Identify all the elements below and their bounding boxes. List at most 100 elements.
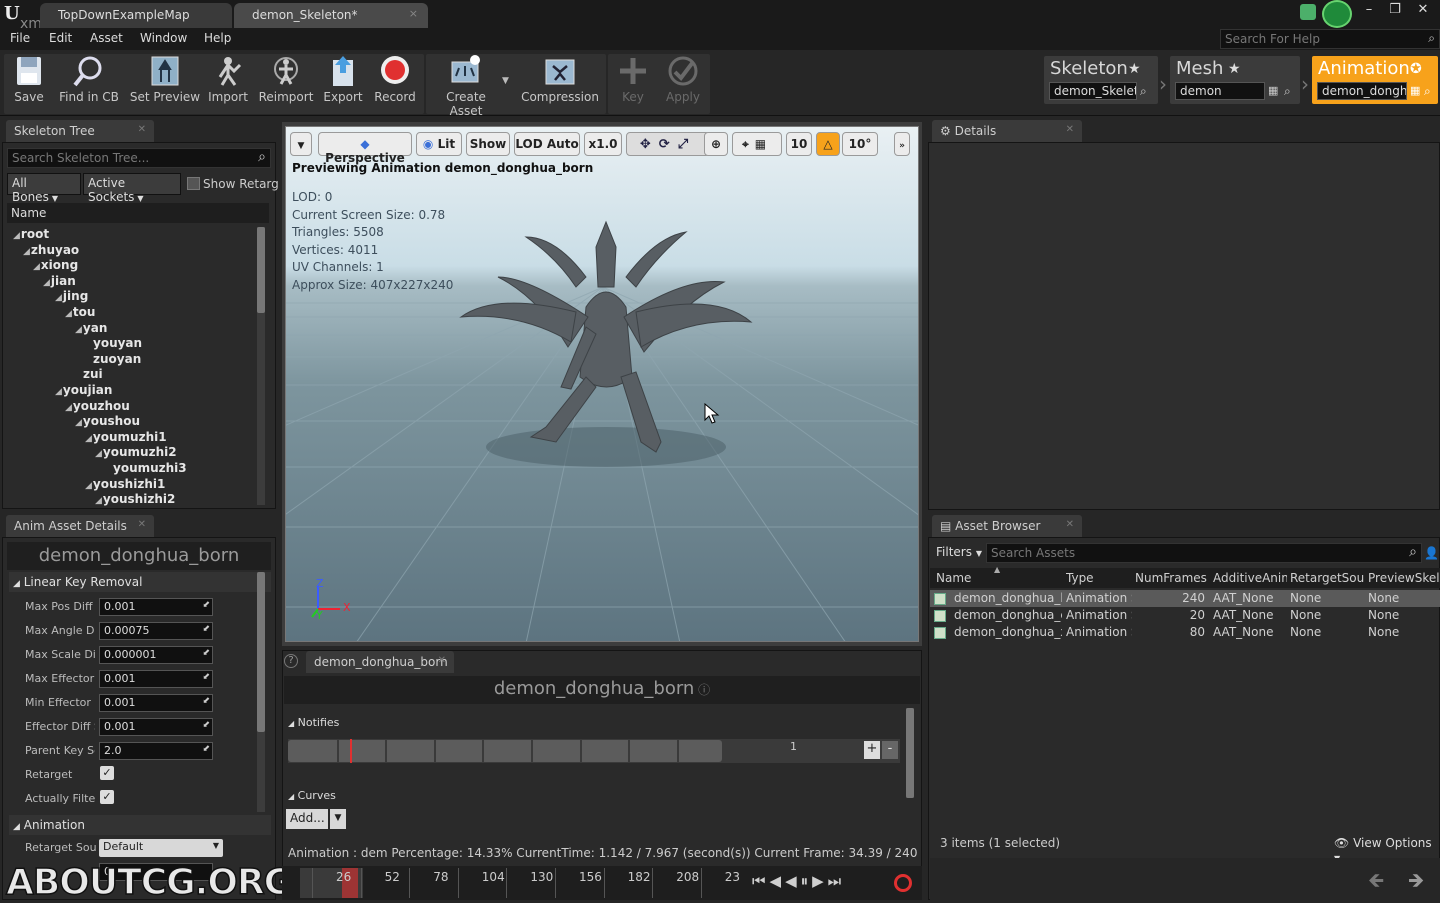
tree-item-bone[interactable]: youyan [93, 336, 142, 350]
source-control-icon[interactable] [1322, 0, 1352, 28]
viewport-more-button[interactable]: » [894, 132, 910, 156]
property-value-field[interactable]: 0.000001 ⬋ [99, 646, 213, 664]
asset-column-header[interactable]: RetargetSour [1290, 571, 1364, 585]
apply-button[interactable]: Apply [660, 54, 706, 112]
grid-icon[interactable]: ▦ [1410, 84, 1420, 97]
spin-arrows-icon[interactable]: ⬋ [202, 744, 210, 754]
asset-column-header[interactable]: NumFrames [1135, 571, 1211, 585]
expand-arrow-icon[interactable]: ◢ [55, 293, 62, 303]
skeleton-asset-field[interactable]: demon_Skeleto [1049, 82, 1137, 100]
asset-column-header[interactable]: PreviewSkele [1368, 571, 1440, 585]
anim-editor-scrollbar[interactable] [906, 708, 914, 798]
expand-arrow-icon[interactable]: ◢ [85, 434, 92, 444]
world-local-button[interactable]: ⊕ [704, 132, 728, 156]
tree-item-bone[interactable]: youmuzhi3 [113, 461, 187, 475]
tab-skeleton-tree[interactable]: Skeleton Tree ✕ [6, 120, 154, 142]
skip-end-icon[interactable]: ⏭ [828, 872, 846, 890]
chevron-down-icon[interactable]: ▼ [330, 809, 346, 829]
asset-column-header[interactable]: AdditiveAnim [1213, 571, 1287, 585]
expand-arrow-icon[interactable]: ◢ [95, 496, 102, 506]
menu-help[interactable]: Help [204, 31, 231, 45]
remove-notify-button[interactable]: - [882, 741, 898, 759]
key-button[interactable]: Key [612, 54, 654, 112]
notification-icon[interactable] [1300, 4, 1316, 20]
scrollbar-thumb[interactable] [257, 572, 265, 732]
tab-anim-editor[interactable]: demon_donghua_born ✕ [306, 651, 454, 673]
search-icon[interactable]: ⌕ [1424, 84, 1431, 99]
set-preview-button[interactable]: Set Preview [128, 54, 202, 112]
scrollbar-thumb[interactable] [257, 227, 265, 313]
property-value-field[interactable]: 0.00075 ⬋ [99, 622, 213, 640]
compression-button[interactable]: Compression [520, 54, 600, 112]
snap-tools-group[interactable]: ⌖▦ [732, 132, 782, 156]
lit-button[interactable]: ◉ Lit [416, 132, 462, 156]
add-notify-button[interactable]: + [864, 741, 880, 759]
expand-arrow-icon[interactable]: ◢ [65, 403, 72, 413]
pause-icon[interactable]: ⏸ [801, 872, 813, 890]
menu-file[interactable]: File [10, 31, 30, 45]
help-search-input[interactable]: Search For Help ⌕ [1220, 29, 1440, 49]
close-icon[interactable]: ✕ [138, 124, 146, 135]
close-icon[interactable]: ✕ [438, 655, 446, 666]
create-asset-dropdown-icon[interactable]: ▼ [502, 76, 509, 86]
property-checkbox[interactable]: ✓ [100, 766, 114, 780]
notifies-header[interactable]: ◢ Notifies [288, 716, 339, 729]
grid-snap-value-button[interactable]: 10 [786, 132, 812, 156]
step-forward-icon[interactable]: ▶ [812, 872, 828, 890]
rotation-snap-value-button[interactable]: 10° [842, 132, 878, 156]
expand-arrow-icon[interactable]: ◢ [55, 387, 62, 397]
export-button[interactable]: Export [320, 54, 366, 112]
tree-item-bone[interactable]: zuoyan [93, 352, 141, 366]
spin-arrows-icon[interactable]: ⬋ [202, 696, 210, 706]
minimize-icon[interactable]: – [1356, 2, 1382, 20]
search-icon[interactable]: ⌕ [1140, 84, 1147, 99]
tab-asset-browser[interactable]: ▤ Asset Browser ✕ [932, 515, 1082, 537]
section-animation[interactable]: ◢ Animation [9, 815, 271, 835]
mode-skeleton-button[interactable]: Skeleton ★ demon_Skeleto ⌕ [1044, 56, 1158, 104]
close-window-icon[interactable]: ✕ [1410, 2, 1436, 20]
reimport-button[interactable]: Reimport [256, 54, 316, 112]
expand-arrow-icon[interactable]: ◢ [85, 481, 92, 491]
step-back-icon[interactable]: ◀ [770, 872, 786, 890]
show-button[interactable]: Show [466, 132, 510, 156]
close-icon[interactable]: ✕ [1066, 519, 1074, 530]
mode-mesh-button[interactable]: Mesh ★ demon ▦ ⌕ [1170, 56, 1300, 104]
transform-icons[interactable]: ✥⟳⤢ [640, 137, 696, 152]
save-button[interactable]: Save [8, 54, 50, 112]
menu-asset[interactable]: Asset [90, 31, 123, 45]
skip-start-icon[interactable]: ⏮ [752, 872, 770, 890]
expand-arrow-icon[interactable]: ◢ [65, 309, 72, 319]
spin-arrows-icon[interactable]: ⬋ [202, 600, 210, 610]
tree-item-bone[interactable]: ◢youmuzhi2 [95, 445, 177, 459]
property-value-field[interactable]: 0.001 ⬋ [99, 718, 213, 736]
tab-details[interactable]: ⚙ Details ✕ [932, 120, 1082, 142]
play-reverse-icon[interactable]: ◀ [785, 872, 801, 890]
forward-arrow-icon[interactable]: 🡺 [1408, 866, 1424, 900]
property-value-field[interactable]: 0.001 ⬋ [99, 694, 213, 712]
expand-arrow-icon[interactable]: ◢ [33, 262, 40, 272]
close-icon[interactable]: ✕ [138, 519, 146, 530]
help-icon[interactable]: ⓘ [694, 683, 710, 697]
retarget-source-dropdown[interactable]: Default ▼ [99, 839, 223, 857]
notify-track[interactable]: 1 + - [288, 739, 900, 763]
spin-arrows-icon[interactable]: ⬋ [202, 648, 210, 658]
tree-item-bone[interactable]: ◢youjian [55, 383, 112, 397]
property-value-field[interactable]: 0.001 ⬋ [99, 598, 213, 616]
show-retarget-checkbox[interactable] [187, 177, 200, 190]
loop-icon[interactable] [894, 874, 912, 892]
mode-animation-button[interactable]: Animation ✪ demon_donghu ▦ ⌕ [1312, 56, 1438, 104]
perspective-button[interactable]: ◆ Perspective [318, 132, 412, 165]
close-icon[interactable]: ✕ [1066, 124, 1074, 135]
active-sockets-dropdown[interactable]: Active Sockets ▼ [83, 173, 181, 204]
property-checkbox[interactable]: ✓ [100, 790, 114, 804]
tab-anim-asset-details[interactable]: Anim Asset Details ✕ [6, 515, 154, 537]
rotation-snap-toggle[interactable]: △ [816, 132, 840, 156]
create-asset-button[interactable]: Create Asset [428, 54, 504, 118]
lock-icon[interactable]: 👤 [1424, 546, 1439, 560]
lod-button[interactable]: LOD Auto [514, 132, 580, 156]
back-arrow-icon[interactable]: 🡸 [1368, 866, 1384, 900]
tree-item-bone[interactable]: ◢yan [75, 321, 107, 335]
tree-item-bone[interactable]: ◢youshizhi1 [85, 477, 165, 491]
expand-arrow-icon[interactable]: ◢ [23, 247, 30, 257]
tree-item-bone[interactable]: ◢tou [65, 305, 95, 319]
